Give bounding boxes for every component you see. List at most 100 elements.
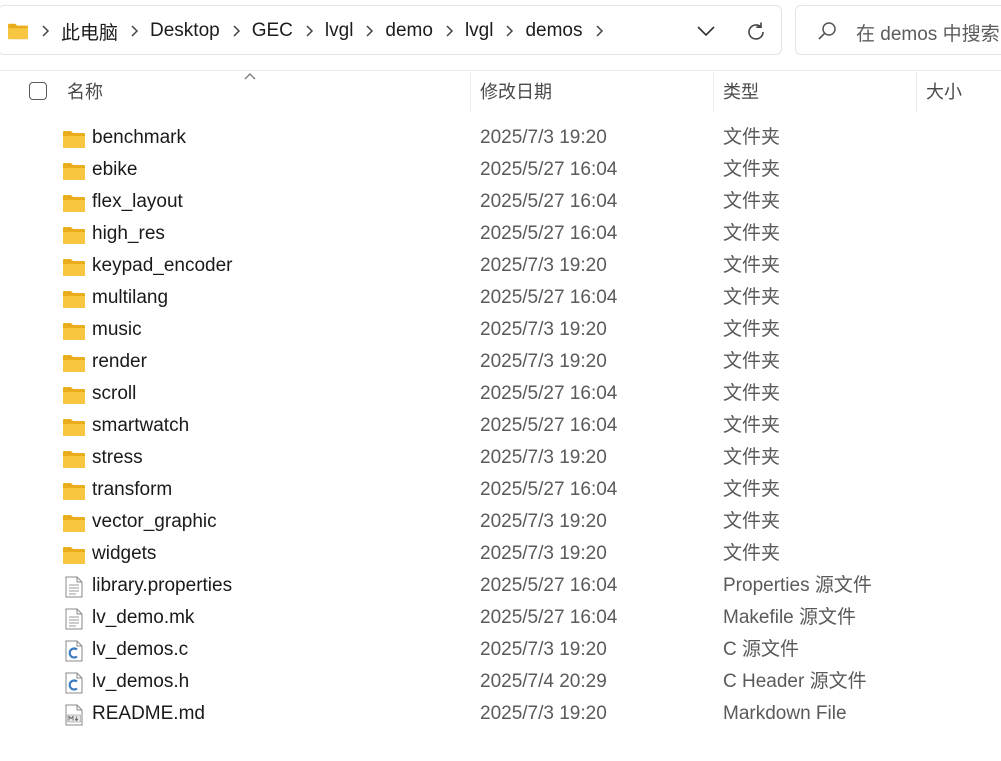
c-source-icon [62,640,86,662]
refresh-icon[interactable] [744,20,768,44]
chevron-right-icon[interactable] [439,21,459,41]
file-name: keypad_encoder [92,255,233,276]
folder-row[interactable]: scroll 2025/5/27 16:04 文件夹 [0,378,1001,410]
chevron-right-icon[interactable] [35,21,55,41]
breadcrumb-item[interactable]: lvgl [319,20,360,42]
folder-icon [62,128,86,150]
file-name: benchmark [92,127,186,148]
file-row[interactable]: lv_demos.c 2025/7/3 19:20 C 源文件 [0,634,1001,666]
folder-icon [62,416,86,438]
chevron-right-icon[interactable] [499,21,519,41]
file-name: lv_demos.c [92,639,189,660]
breadcrumb-item[interactable]: Desktop [144,20,226,42]
column-name[interactable]: 名称 [67,72,103,112]
folder-row[interactable]: multilang 2025/5/27 16:04 文件夹 [0,282,1001,314]
file-type: 文件夹 [723,351,781,372]
column-divider[interactable] [470,72,471,112]
folder-row[interactable]: ebike 2025/5/27 16:04 文件夹 [0,154,1001,186]
file-name: stress [92,447,143,468]
file-name: vector_graphic [92,511,217,532]
folder-icon [62,384,86,406]
markdown-icon [62,704,86,726]
search-icon [818,22,836,40]
column-date[interactable]: 修改日期 [480,72,552,112]
file-date: 2025/5/27 16:04 [480,575,618,596]
text-file-icon [62,608,86,630]
column-divider[interactable] [713,72,714,112]
file-type: 文件夹 [723,447,781,468]
file-type: Properties 源文件 [723,575,872,596]
folder-icon [62,256,86,278]
folder-row[interactable]: render 2025/7/3 19:20 文件夹 [0,346,1001,378]
search-input[interactable]: 在 demos 中搜索 [856,19,1000,46]
folder-row[interactable]: transform 2025/5/27 16:04 文件夹 [0,474,1001,506]
file-row[interactable]: lv_demo.mk 2025/5/27 16:04 Makefile 源文件 [0,602,1001,634]
folder-icon [62,352,86,374]
file-name: transform [92,479,173,500]
folder-row[interactable]: smartwatch 2025/5/27 16:04 文件夹 [0,410,1001,442]
file-date: 2025/7/3 19:20 [480,255,607,276]
file-name: render [92,351,147,372]
breadcrumb-item[interactable]: demos [519,20,588,42]
breadcrumb-item[interactable]: 此电脑 [55,18,124,45]
file-list: benchmark 2025/7/3 19:20 文件夹 ebike 2025/5/27… [0,122,1001,730]
column-divider[interactable] [916,72,917,112]
file-type: 文件夹 [723,479,781,500]
folder-icon [62,224,86,246]
file-date: 2025/7/3 19:20 [480,703,607,724]
file-row[interactable]: README.md 2025/7/3 19:20 Markdown File [0,698,1001,730]
file-row[interactable]: library.properties 2025/5/27 16:04 Propert… [0,570,1001,602]
file-type: Makefile 源文件 [723,607,857,628]
file-row[interactable]: lv_demos.h 2025/7/4 20:29 C Header 源文件 [0,666,1001,698]
file-name: flex_layout [92,191,183,212]
folder-icon [62,448,86,470]
file-type: C 源文件 [723,639,800,660]
chevron-right-icon[interactable] [589,21,609,41]
file-name: library.properties [92,575,233,596]
folder-row[interactable]: stress 2025/7/3 19:20 文件夹 [0,442,1001,474]
file-type: 文件夹 [723,383,781,404]
folder-row[interactable]: keypad_encoder 2025/7/3 19:20 文件夹 [0,250,1001,282]
file-type: 文件夹 [723,319,781,340]
chevron-down-icon[interactable] [694,21,718,41]
folder-icon [62,480,86,502]
column-size[interactable]: 大小 [926,72,962,112]
c-header-icon [62,672,86,694]
folder-row[interactable]: music 2025/7/3 19:20 文件夹 [0,314,1001,346]
folder-icon [8,23,28,40]
chevron-right-icon[interactable] [226,21,246,41]
breadcrumb-item[interactable]: demo [379,20,439,42]
file-type: C Header 源文件 [723,671,867,692]
file-date: 2025/5/27 16:04 [480,479,618,500]
folder-icon [62,192,86,214]
file-date: 2025/5/27 16:04 [480,191,618,212]
folder-row[interactable]: vector_graphic 2025/7/3 19:20 文件夹 [0,506,1001,538]
file-date: 2025/7/3 19:20 [480,639,607,660]
file-type: 文件夹 [723,287,781,308]
file-date: 2025/7/3 19:20 [480,543,607,564]
file-type: 文件夹 [723,511,781,532]
folder-icon [62,288,86,310]
folder-row[interactable]: high_res 2025/5/27 16:04 文件夹 [0,218,1001,250]
file-date: 2025/7/3 19:20 [480,319,607,340]
file-name: multilang [92,287,169,308]
column-type[interactable]: 类型 [723,72,759,112]
file-name: smartwatch [92,415,190,436]
file-type: 文件夹 [723,543,781,564]
folder-row[interactable]: flex_layout 2025/5/27 16:04 文件夹 [0,186,1001,218]
breadcrumb-item[interactable]: GEC [246,20,299,42]
breadcrumb-item[interactable]: lvgl [459,20,500,42]
file-date: 2025/5/27 16:04 [480,383,618,404]
file-name: ebike [92,159,138,180]
chevron-right-icon[interactable] [299,21,319,41]
file-name: high_res [92,223,165,244]
file-type: 文件夹 [723,159,781,180]
folder-row[interactable]: benchmark 2025/7/3 19:20 文件夹 [0,122,1001,154]
search-box[interactable]: 在 demos 中搜索 [795,5,1001,55]
chevron-right-icon[interactable] [124,21,144,41]
select-all-checkbox[interactable] [29,82,47,100]
address-bar[interactable]: 此电脑 Desktop GEC lvgl demo lvgl demos [0,5,782,55]
folder-row[interactable]: widgets 2025/7/3 19:20 文件夹 [0,538,1001,570]
file-type: 文件夹 [723,127,781,148]
chevron-right-icon[interactable] [359,21,379,41]
